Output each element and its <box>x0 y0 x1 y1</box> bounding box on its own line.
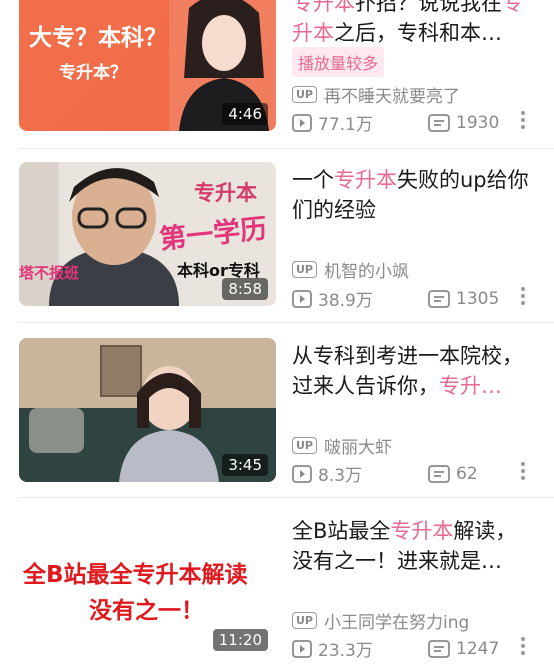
up-icon: UP <box>292 437 317 454</box>
title-text: 扑招？说说我在 <box>355 0 502 15</box>
thumbnail-text: 塔不报班 <box>19 264 80 282</box>
video-thumbnail[interactable]: 大专？本科？ 专升本？ 4:46 <box>19 0 276 131</box>
view-count: 23.3万 <box>318 641 373 661</box>
comment-count: 1247 <box>456 638 500 659</box>
video-duration: 4:46 <box>222 103 268 125</box>
comment-count: 62 <box>456 463 478 484</box>
view-count: 8.3万 <box>318 466 363 486</box>
comment-count: 1305 <box>456 288 500 309</box>
stats-row: 8.3万 62 <box>292 461 478 486</box>
more-icon[interactable] <box>520 110 526 130</box>
video-title[interactable]: 全B站最全专升本解读，没有之一！进来就是… <box>292 516 537 576</box>
thumbnail-text: 大专？本科？ <box>29 25 167 51</box>
title-keyword: 专升本 <box>390 519 454 543</box>
comment-count-icon <box>428 289 450 308</box>
thumbnail-text: 专升本？ <box>59 63 127 83</box>
video-duration: 3:45 <box>222 454 268 476</box>
divider <box>18 497 554 498</box>
up-icon: UP <box>292 612 317 629</box>
stats-row: 38.9万 1305 <box>292 286 499 311</box>
stats-row: 77.1万 1930 <box>292 110 499 135</box>
video-item[interactable]: 3:45 从专科到考进一本院校，过来人告诉你，专升… UP 啵丽大虾 8.3万 … <box>0 338 554 498</box>
stats-row: 23.3万 1247 <box>292 636 499 661</box>
play-count-icon <box>292 639 312 658</box>
video-thumbnail[interactable]: 专升本 第一学历 本科or专科 塔不报班 8:58 <box>19 162 276 306</box>
divider <box>18 148 554 149</box>
uploader-name: 小王同学在努力ing <box>324 613 470 633</box>
thumbnail-text: 专升本 <box>194 181 257 205</box>
title-text: 全B站最全 <box>292 519 391 543</box>
comment-count-icon <box>428 113 450 132</box>
more-icon[interactable] <box>520 286 526 306</box>
thumbnail-text: 全B站最全专升本解读 <box>23 562 248 588</box>
video-duration: 8:58 <box>222 278 268 300</box>
comment-count-icon <box>428 464 450 483</box>
divider <box>18 322 554 323</box>
uploader-name: 机智的小飒 <box>324 262 409 282</box>
video-thumbnail[interactable]: 全B站最全专升本解读 没有之一！ 11:20 <box>19 513 276 657</box>
title-keyword: 专升本 <box>334 168 397 192</box>
comment-count-icon <box>428 639 450 658</box>
up-icon: UP <box>292 86 317 103</box>
uploader-name: 啵丽大虾 <box>324 438 392 458</box>
uploader-name: 再不睡天就要亮了 <box>324 87 460 107</box>
title-keyword: 专升本 <box>292 0 355 15</box>
view-count: 38.9万 <box>318 291 373 311</box>
uploader-row[interactable]: UP 再不睡天就要亮了 <box>292 82 460 107</box>
play-count-icon <box>292 289 312 308</box>
title-text: 一个 <box>292 168 334 192</box>
video-title[interactable]: 一个专升本失败的up给你们的经验 <box>292 165 537 225</box>
uploader-row[interactable]: UP 机智的小飒 <box>292 257 409 282</box>
video-item[interactable]: 大专？本科？ 专升本？ 4:46 专升本扑招？说说我在专 升本之后，专科和本… 播… <box>0 0 554 150</box>
video-item[interactable]: 专升本 第一学历 本科or专科 塔不报班 8:58 一个专升本失败的up给你们的… <box>0 162 554 322</box>
video-item[interactable]: 全B站最全专升本解读 没有之一！ 11:20 全B站最全专升本解读，没有之一！进… <box>0 513 554 670</box>
video-thumbnail[interactable]: 3:45 <box>19 338 276 482</box>
more-icon[interactable] <box>520 461 526 481</box>
up-icon: UP <box>292 261 317 278</box>
video-duration: 11:20 <box>212 629 268 651</box>
video-title[interactable]: 专升本扑招？说说我在专 升本之后，专科和本… <box>292 0 537 48</box>
comment-count: 1930 <box>456 112 500 133</box>
video-title[interactable]: 从专科到考进一本院校，过来人告诉你，专升… <box>292 341 537 401</box>
title-text: 之后，专科和本… <box>334 21 502 45</box>
uploader-row[interactable]: UP 啵丽大虾 <box>292 433 392 458</box>
popular-badge: 播放量较多 <box>292 47 385 77</box>
title-keyword: 专 <box>502 0 523 15</box>
uploader-row[interactable]: UP 小王同学在努力ing <box>292 608 469 633</box>
play-count-icon <box>292 113 312 132</box>
more-icon[interactable] <box>520 636 526 656</box>
play-count-icon <box>292 464 312 483</box>
view-count: 77.1万 <box>318 115 373 135</box>
title-keyword: 专升… <box>439 374 502 398</box>
title-keyword: 升本 <box>292 21 334 45</box>
thumbnail-text: 没有之一！ <box>89 598 204 624</box>
